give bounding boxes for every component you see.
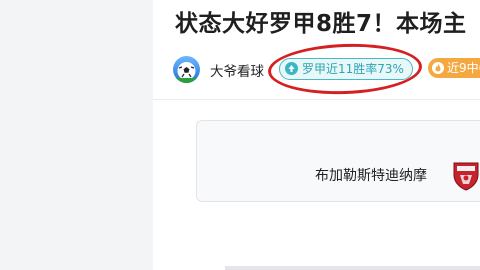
left-gutter <box>0 0 153 270</box>
article-title: 状态大好罗甲8胜7！本场主 <box>175 11 467 37</box>
soccer-ball-avatar-icon <box>173 56 200 83</box>
win-rate-badge[interactable]: 罗甲近11胜率73% <box>279 58 413 80</box>
bottom-scroll-hint <box>225 266 480 270</box>
flame-icon <box>432 62 444 74</box>
author-avatar[interactable] <box>173 56 200 83</box>
article-content: 状态大好罗甲8胜7！本场主 大爷看球 罗甲近11胜率73% 近9中 布加勒斯特迪… <box>153 0 480 270</box>
author-row: 大爷看球 罗甲近11胜率73% 近9中6 <box>173 56 480 86</box>
streak-badge[interactable]: 近9中6 <box>428 58 480 78</box>
team-crest-icon <box>451 159 480 191</box>
arrow-up-icon <box>285 62 298 75</box>
team-name[interactable]: 布加勒斯特迪纳摩 <box>315 165 427 185</box>
match-card[interactable]: 布加勒斯特迪纳摩 <box>196 120 480 202</box>
win-rate-text: 罗甲近11胜率73% <box>302 62 404 76</box>
streak-text: 近9中6 <box>447 61 480 75</box>
header-divider <box>153 99 480 100</box>
author-name[interactable]: 大爷看球 <box>210 60 264 80</box>
